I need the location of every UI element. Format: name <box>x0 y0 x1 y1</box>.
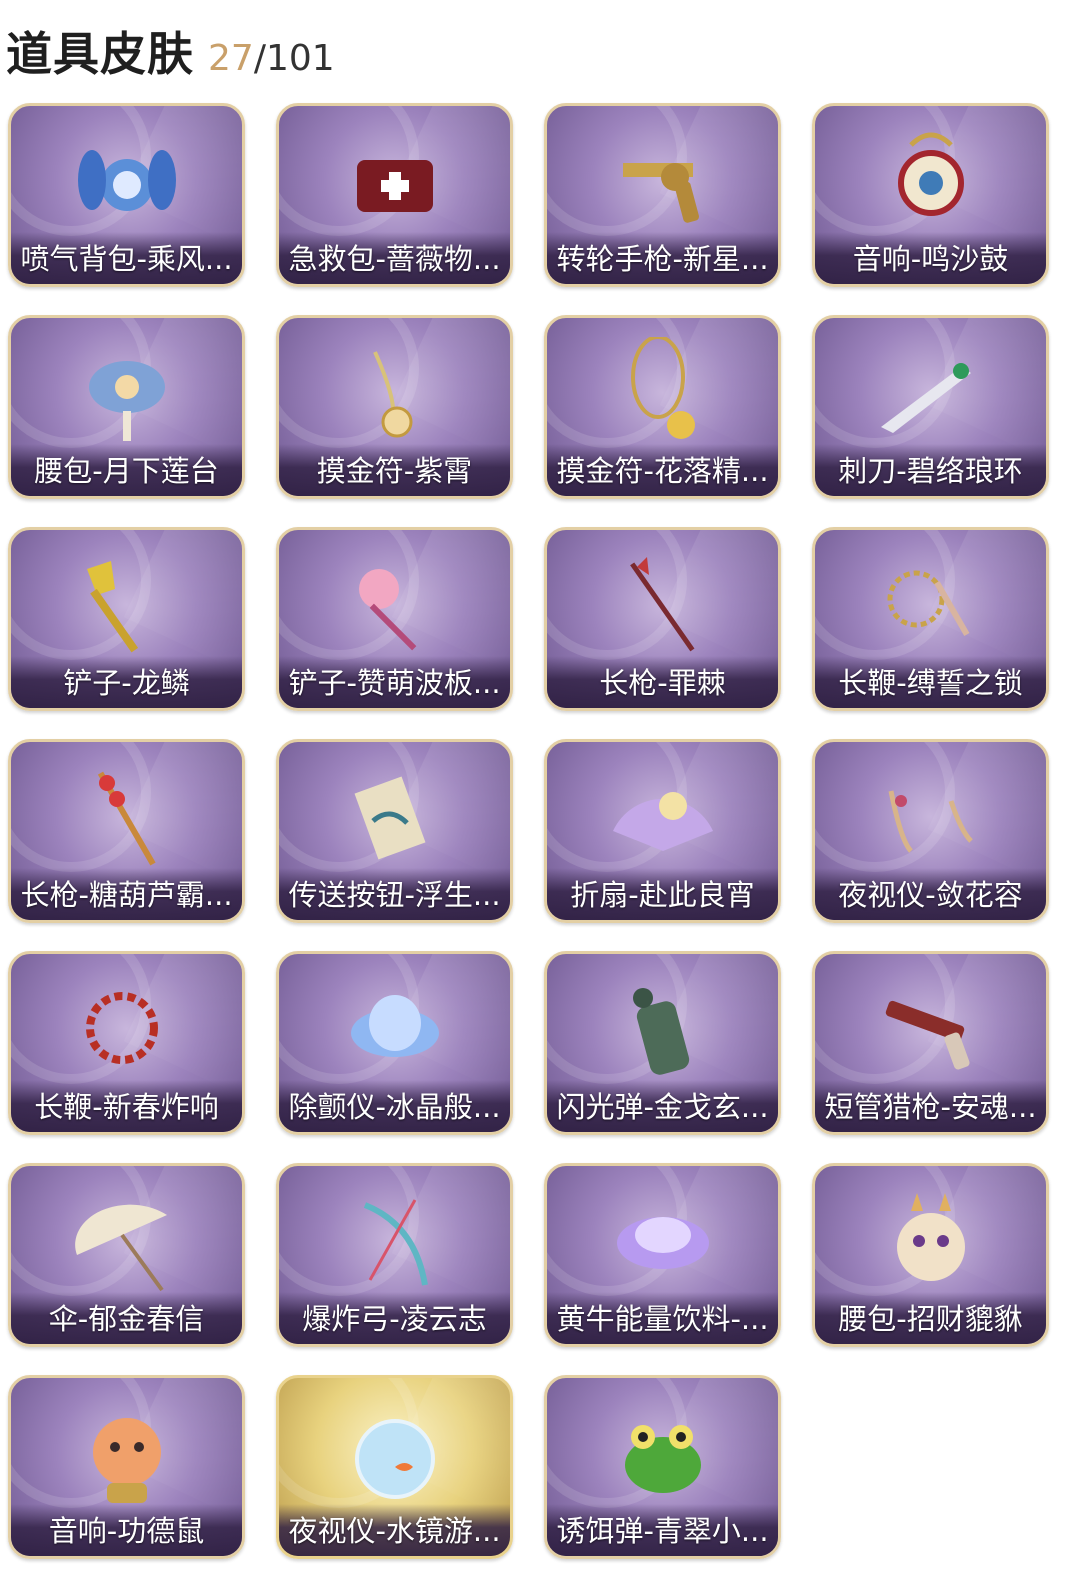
skin-name: 腰包-招财貔貅 <box>838 1302 1023 1336</box>
hamster-icon <box>62 1392 192 1512</box>
skin-card[interactable]: 夜视仪-敛花容 <box>812 739 1049 923</box>
cute-shovel-icon <box>330 544 460 664</box>
skin-card[interactable]: 长枪-罪棘 <box>544 527 781 711</box>
skin-name: 急救包-蔷薇物... <box>288 242 501 276</box>
umbrella-icon <box>62 1180 192 1300</box>
skin-name: 音响-鸣沙鼓 <box>852 242 1009 276</box>
skin-name: 闪光弹-金戈玄... <box>556 1090 769 1124</box>
spear-icon <box>598 544 728 664</box>
skin-card[interactable]: 转轮手枪-新星... <box>544 103 781 287</box>
skin-card[interactable]: 除颤仪-冰晶般... <box>276 951 513 1135</box>
skin-card[interactable]: 音响-鸣沙鼓 <box>812 103 1049 287</box>
owned-count: 27 <box>208 38 254 79</box>
goggles-icon <box>866 756 996 876</box>
skin-grid: 喷气背包-乘风... 急救包-蔷薇物... 转轮手枪-新星... 音响-鸣沙鼓腰包-月… <box>8 103 1049 1559</box>
collection-count: 27/101 <box>208 38 335 79</box>
skin-card[interactable]: 爆炸弓-凌云志 <box>276 1163 513 1347</box>
skin-card[interactable]: 诱饵弹-青翠小... <box>544 1375 781 1559</box>
skin-name: 长鞭-新春炸响 <box>34 1090 219 1124</box>
skin-card[interactable]: 长鞭-缚誓之锁 <box>812 527 1049 711</box>
page-title: 道具皮肤 <box>6 27 194 81</box>
skin-name: 伞-郁金春信 <box>48 1302 205 1336</box>
skin-name: 摸金符-紫霄 <box>316 454 473 488</box>
drum-icon <box>866 120 996 240</box>
flower-amulet-icon <box>598 332 728 452</box>
skin-name: 长鞭-缚誓之锁 <box>838 666 1023 700</box>
skin-card[interactable]: 音响-功德鼠 <box>8 1375 245 1559</box>
medkit-icon <box>330 120 460 240</box>
skin-name: 铲子-龙鳞 <box>63 666 190 700</box>
skin-card[interactable]: 喷气背包-乘风... <box>8 103 245 287</box>
bow-icon <box>330 1180 460 1300</box>
skin-card[interactable]: 夜视仪-水镜游... <box>276 1375 513 1559</box>
skin-name: 折扇-赴此良宵 <box>570 878 755 912</box>
skin-name: 除颤仪-冰晶般... <box>288 1090 501 1124</box>
skin-card[interactable]: 折扇-赴此良宵 <box>544 739 781 923</box>
skin-name: 铲子-赞萌波板... <box>288 666 501 700</box>
skin-name: 腰包-月下莲台 <box>34 454 219 488</box>
skin-name: 黄牛能量饮料-... <box>556 1302 769 1336</box>
skin-name: 长枪-罪棘 <box>599 666 726 700</box>
energy-drink-icon <box>598 1180 728 1300</box>
skin-name: 摸金符-花落精... <box>556 454 769 488</box>
skin-card[interactable]: 伞-郁金春信 <box>8 1163 245 1347</box>
skin-name: 爆炸弓-凌云志 <box>302 1302 487 1336</box>
skin-card[interactable]: 黄牛能量饮料-... <box>544 1163 781 1347</box>
total-count: 101 <box>265 38 335 79</box>
bayonet-icon <box>866 332 996 452</box>
shotgun-icon <box>866 968 996 1088</box>
skin-name: 转轮手枪-新星... <box>556 242 769 276</box>
skin-card[interactable]: 刺刀-碧络琅环 <box>812 315 1049 499</box>
skin-card[interactable]: 短管猎枪-安魂... <box>812 951 1049 1135</box>
grenade-icon <box>598 968 728 1088</box>
fishbowl-icon <box>330 1392 460 1512</box>
lotus-icon <box>330 968 460 1088</box>
skin-card[interactable]: 闪光弹-金戈玄... <box>544 951 781 1135</box>
shovel-icon <box>62 544 192 664</box>
skin-card[interactable]: 传送按钮-浮生... <box>276 739 513 923</box>
firecracker-whip-icon <box>62 968 192 1088</box>
skin-card[interactable]: 长枪-糖葫芦霸... <box>8 739 245 923</box>
skin-card[interactable]: 长鞭-新春炸响 <box>8 951 245 1135</box>
chain-whip-icon <box>866 544 996 664</box>
skin-name: 音响-功德鼠 <box>48 1514 205 1548</box>
frog-icon <box>598 1392 728 1512</box>
skin-name: 短管猎枪-安魂... <box>824 1090 1037 1124</box>
skin-card[interactable]: 摸金符-花落精... <box>544 315 781 499</box>
amulet-icon <box>330 332 460 452</box>
jetpack-icon <box>62 120 192 240</box>
skin-card[interactable]: 急救包-蔷薇物... <box>276 103 513 287</box>
skin-card[interactable]: 摸金符-紫霄 <box>276 315 513 499</box>
skin-card[interactable]: 腰包-月下莲台 <box>8 315 245 499</box>
fan-icon <box>598 756 728 876</box>
pixiu-icon <box>866 1180 996 1300</box>
skin-card[interactable]: 铲子-赞萌波板... <box>276 527 513 711</box>
skin-card[interactable]: 铲子-龙鳞 <box>8 527 245 711</box>
skin-name: 诱饵弹-青翠小... <box>556 1514 769 1548</box>
skin-card[interactable]: 腰包-招财貔貅 <box>812 1163 1049 1347</box>
skin-name: 长枪-糖葫芦霸... <box>20 878 233 912</box>
scroll-icon <box>330 756 460 876</box>
skin-name: 夜视仪-敛花容 <box>838 878 1023 912</box>
candy-spear-icon <box>62 756 192 876</box>
skin-name: 夜视仪-水镜游... <box>288 1514 501 1548</box>
waist-pack-icon <box>62 332 192 452</box>
page-header: 道具皮肤 27/101 <box>6 18 335 81</box>
skin-name: 喷气背包-乘风... <box>20 242 233 276</box>
revolver-icon <box>598 120 728 240</box>
count-separator: / <box>253 38 266 79</box>
skin-name: 传送按钮-浮生... <box>288 878 501 912</box>
skin-name: 刺刀-碧络琅环 <box>838 454 1023 488</box>
